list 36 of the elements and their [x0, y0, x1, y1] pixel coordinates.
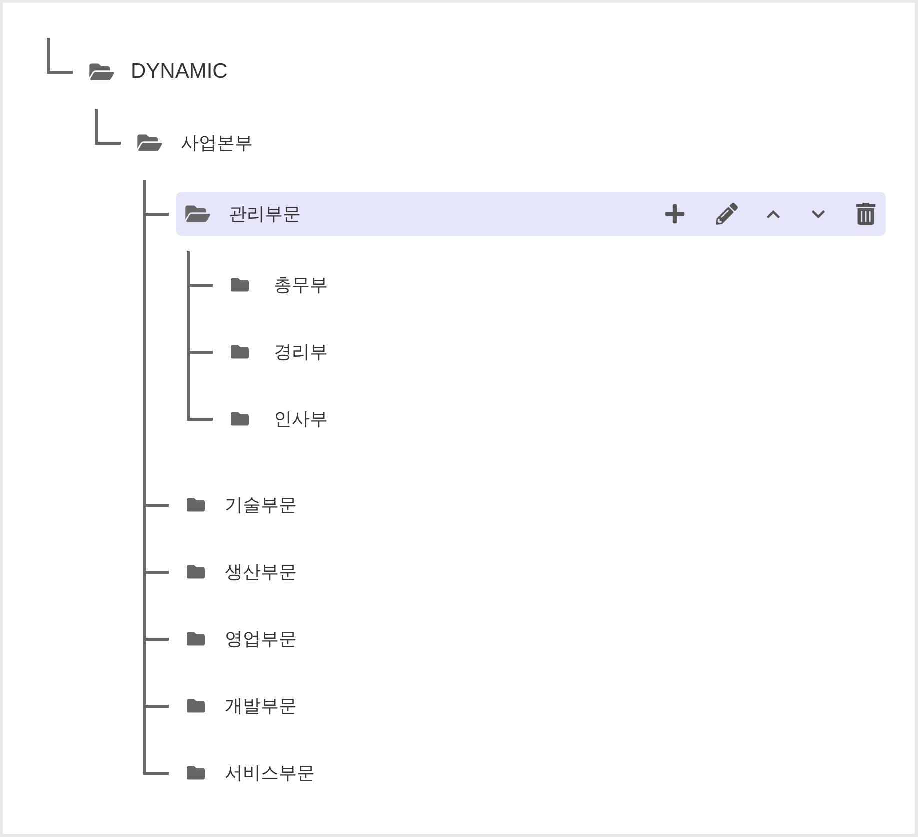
item-label: 총무부 — [274, 274, 328, 296]
tree-item[interactable]: 영업부문 — [176, 617, 886, 661]
folder-icon — [229, 343, 251, 361]
item-label: 서비스부문 — [225, 762, 315, 784]
folder-icon — [185, 496, 207, 514]
add-button[interactable] — [664, 203, 686, 225]
folder-icon — [229, 276, 251, 294]
tree-item[interactable]: 사업본부 — [128, 121, 886, 165]
item-label: 영업부문 — [225, 628, 297, 650]
folder-icon — [229, 410, 251, 428]
item-label: DYNAMIC — [131, 59, 228, 86]
item-label: 생산부문 — [225, 560, 297, 584]
tree-item[interactable]: 관리부문 — [176, 192, 886, 236]
open-folder-icon — [89, 61, 115, 83]
tree-item[interactable]: 인사부 — [220, 397, 886, 441]
item-label: 개발부문 — [225, 694, 297, 718]
item-label: 관리부문 — [229, 202, 301, 226]
open-folder-icon — [137, 132, 163, 154]
tree-item[interactable]: 생산부문 — [176, 550, 886, 594]
tree-item[interactable]: 기술부문 — [176, 483, 886, 527]
item-label: 경리부 — [274, 340, 328, 364]
tree-item[interactable]: 개발부문 — [176, 684, 886, 728]
item-label: 기술부문 — [225, 494, 297, 516]
tree-item[interactable]: 경리부 — [220, 330, 886, 374]
item-label: 사업본부 — [181, 132, 253, 154]
folder-icon — [185, 697, 207, 715]
folder-icon — [185, 630, 207, 648]
item-label: 인사부 — [274, 408, 328, 430]
tree-item[interactable]: DYNAMIC — [80, 50, 886, 94]
tree-item[interactable]: 서비스부문 — [176, 751, 886, 795]
tree-item[interactable]: 총무부 — [220, 263, 886, 307]
delete-button[interactable] — [856, 203, 876, 225]
folder-icon — [185, 764, 207, 782]
open-folder-icon — [185, 203, 211, 225]
folder-icon — [185, 563, 207, 581]
edit-button[interactable] — [716, 203, 738, 225]
